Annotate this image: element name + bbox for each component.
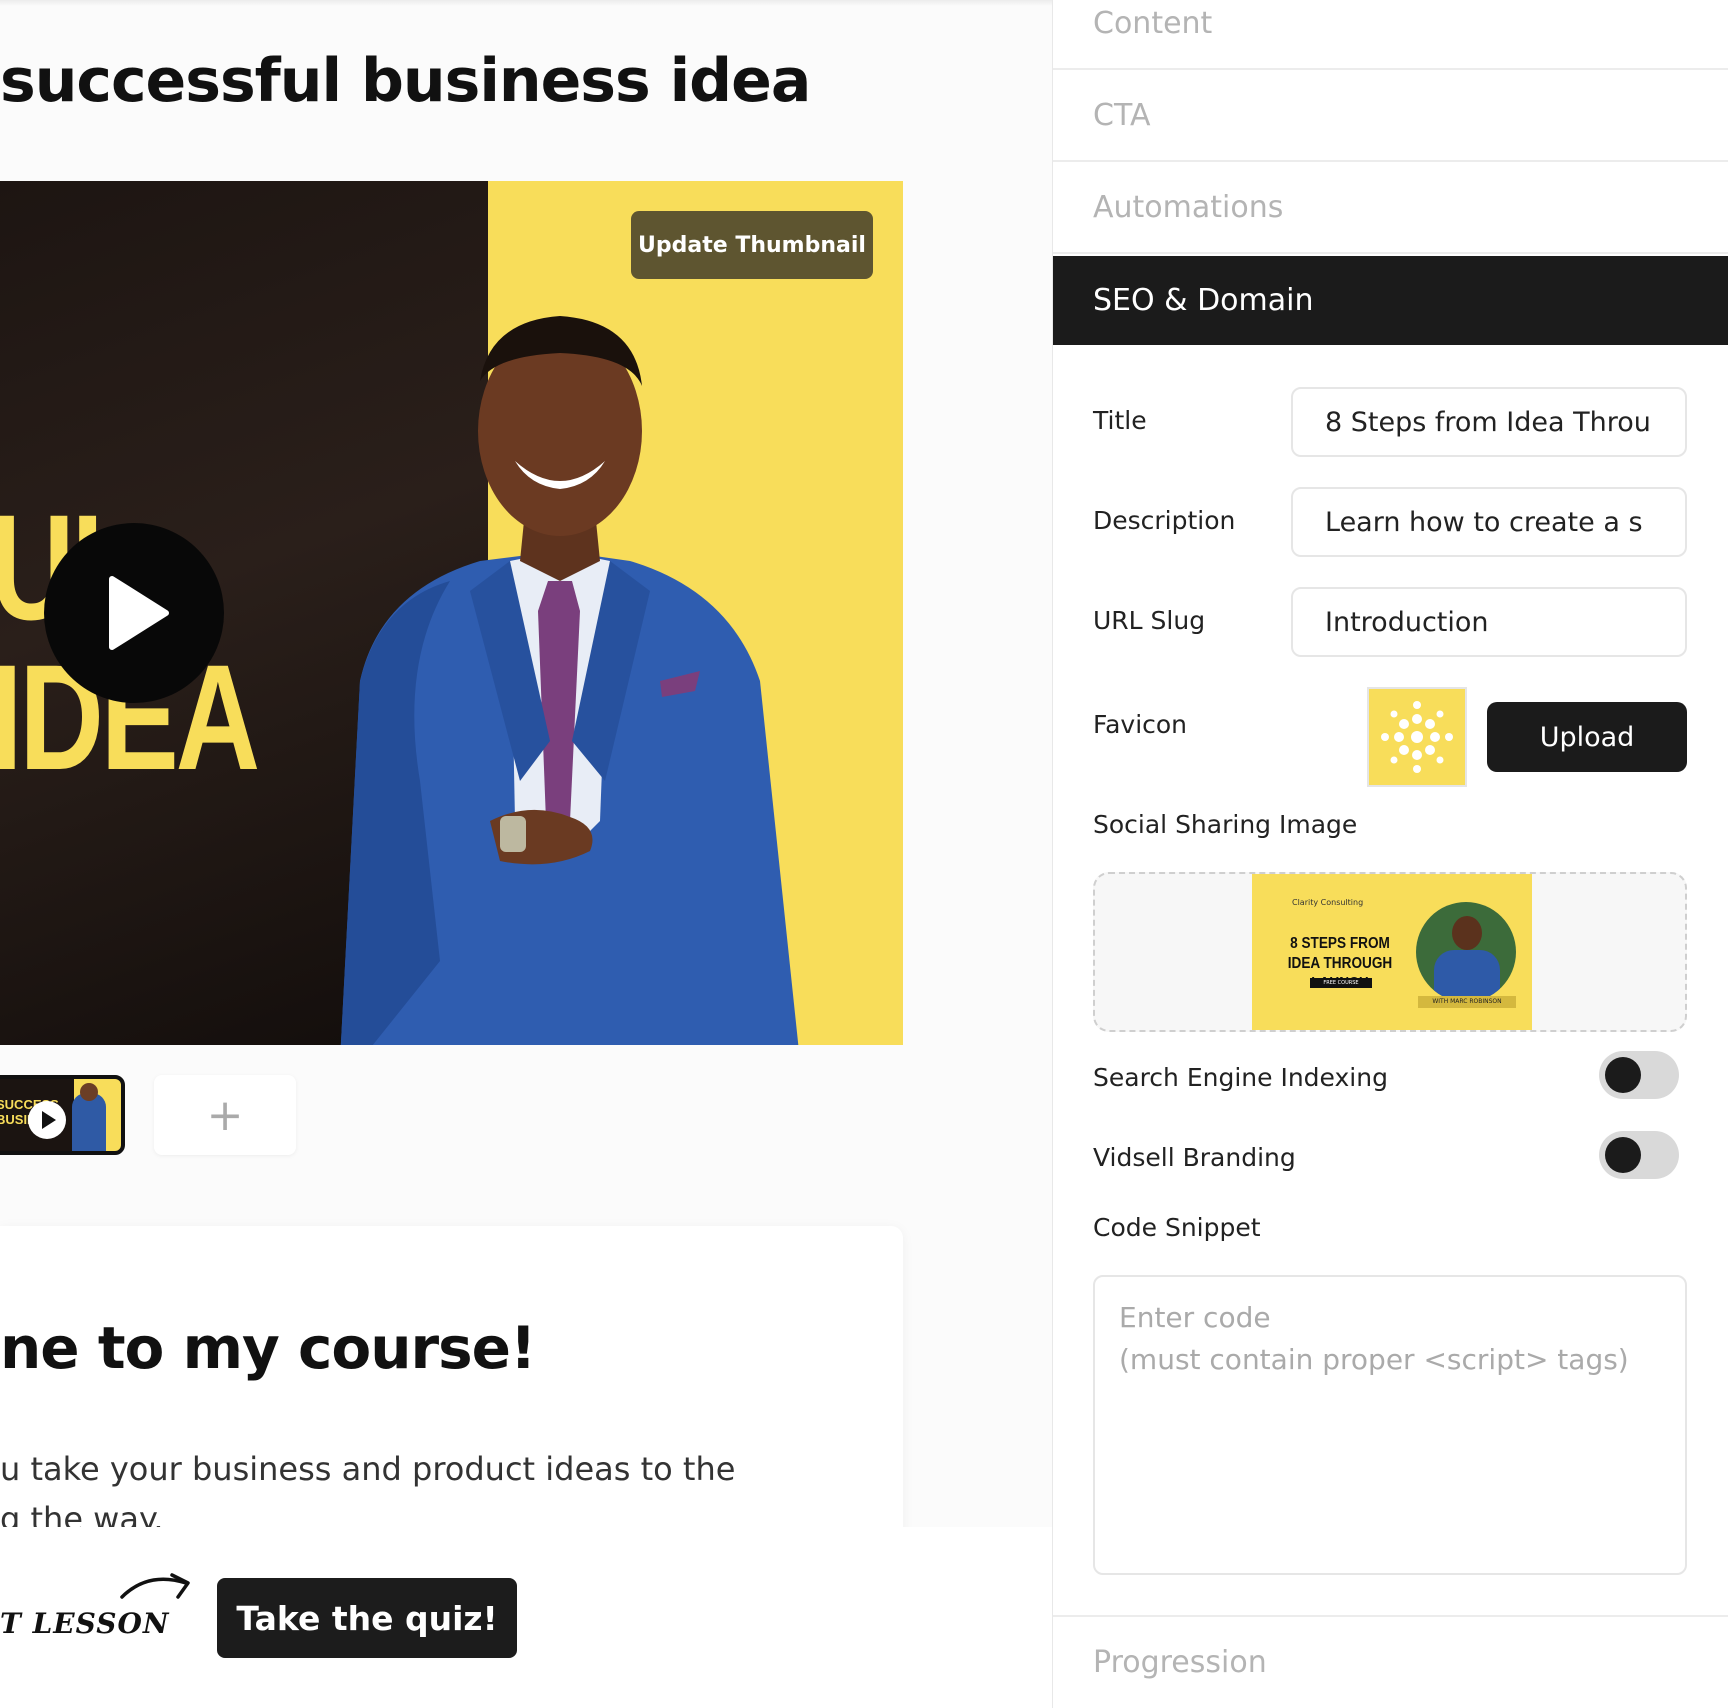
- social-sharing-image: Clarity Consulting 8 STEPS FROM IDEA THR…: [1252, 874, 1532, 1030]
- vidsell-branding-label: Vidsell Branding: [1093, 1143, 1296, 1172]
- lesson-preview: successful business idea UL IDEA: [0, 0, 1052, 1708]
- top-shadow: [0, 0, 1052, 6]
- presenter-image: [340, 316, 799, 1045]
- search-indexing-label: Search Engine Indexing: [1093, 1063, 1388, 1092]
- lesson-footer: T LESSON Take the quiz!: [0, 1527, 1052, 1708]
- arrow-icon: [120, 1573, 190, 1599]
- lesson-content-card: ne to my course! u take your business an…: [0, 1226, 903, 1556]
- code-snippet-input[interactable]: [1093, 1275, 1687, 1575]
- title-input[interactable]: [1291, 387, 1687, 457]
- add-thumbnail-button[interactable]: +: [154, 1075, 296, 1155]
- plus-icon: +: [206, 1089, 244, 1141]
- portrait-body: [1434, 950, 1500, 1002]
- thumbnail-play-icon: [28, 1101, 66, 1139]
- lesson-title: successful business idea: [0, 46, 811, 116]
- section-automations[interactable]: Automations: [1053, 162, 1728, 254]
- content-heading: ne to my course!: [0, 1314, 536, 1382]
- url-slug-input[interactable]: [1291, 587, 1687, 657]
- social-image-tag: FREE COURSE: [1310, 978, 1372, 988]
- section-content[interactable]: Content: [1053, 0, 1728, 70]
- thumbnail-presenter: [72, 1093, 106, 1151]
- section-seo-domain[interactable]: SEO & Domain: [1053, 256, 1728, 345]
- portrait-head: [1452, 916, 1482, 950]
- social-sharing-label: Social Sharing Image: [1093, 810, 1358, 839]
- favicon-preview: [1367, 687, 1467, 787]
- section-cta[interactable]: CTA: [1053, 70, 1728, 162]
- play-button[interactable]: [44, 523, 224, 703]
- description-label: Description: [1093, 506, 1236, 535]
- upload-favicon-button[interactable]: Upload: [1487, 702, 1687, 772]
- thumbnail-selected[interactable]: SUCCESS BUSINESS: [0, 1075, 125, 1155]
- code-snippet-label: Code Snippet: [1093, 1213, 1261, 1242]
- next-lesson-label: T LESSON: [0, 1607, 170, 1640]
- description-input[interactable]: [1291, 487, 1687, 557]
- url-slug-label: URL Slug: [1093, 606, 1206, 635]
- update-thumbnail-button[interactable]: Update Thumbnail: [631, 211, 873, 279]
- title-label: Title: [1093, 406, 1147, 435]
- section-progression[interactable]: Progression: [1053, 1615, 1728, 1708]
- thumbnail-presenter-head: [80, 1083, 98, 1101]
- search-indexing-toggle[interactable]: [1599, 1051, 1679, 1099]
- social-image-brand: Clarity Consulting: [1292, 898, 1364, 907]
- vidsell-branding-toggle[interactable]: [1599, 1131, 1679, 1179]
- settings-panel: Content CTA Automations SEO & Domain Tit…: [1052, 0, 1728, 1708]
- favicon-label: Favicon: [1093, 710, 1188, 739]
- social-image-with: WITH MARC ROBINSON: [1418, 996, 1516, 1008]
- take-quiz-button[interactable]: Take the quiz!: [217, 1578, 517, 1658]
- play-icon: [109, 576, 169, 650]
- social-sharing-dropzone[interactable]: Clarity Consulting 8 STEPS FROM IDEA THR…: [1093, 872, 1687, 1032]
- video-player[interactable]: UL IDEA Update Thumbnail: [0, 181, 903, 1045]
- social-image-portrait: [1416, 902, 1516, 1002]
- favicon-sun-icon: [1381, 701, 1453, 773]
- content-body-line-1: u take your business and product ideas t…: [0, 1450, 736, 1488]
